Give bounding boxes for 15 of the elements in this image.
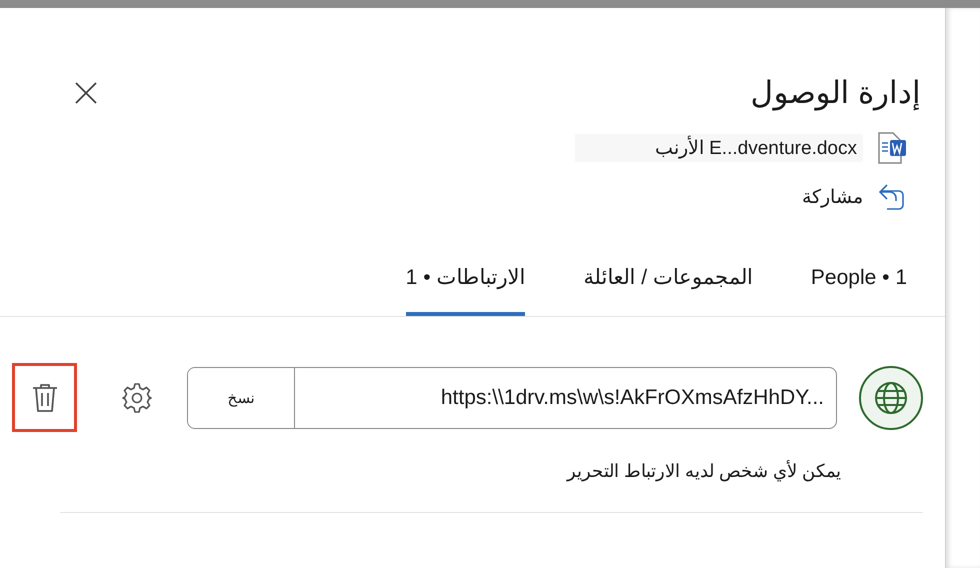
tab[interactable]: المجموعات / العائلة	[583, 265, 753, 316]
copy-button[interactable]: نسخ	[188, 368, 295, 428]
document-icon	[877, 131, 907, 165]
tab[interactable]: People • 1	[810, 265, 907, 316]
delete-button[interactable]	[12, 363, 77, 432]
trash-icon	[30, 382, 58, 414]
dialog-title: إدارة الوصول	[750, 74, 921, 111]
share-icon	[877, 183, 907, 211]
file-name: E...dventure.docx الأرنب	[574, 134, 863, 162]
link-permission-text: يمكن لأي شخص لديه الارتباط التحرير	[565, 460, 841, 482]
share-label: مشاركة	[802, 186, 863, 209]
link-url: https:\\1drv.ms\w\s!AkFrOXmsAfzHhDY...	[440, 384, 825, 410]
tab[interactable]: الارتباطات • 1	[406, 265, 526, 316]
settings-icon	[121, 382, 153, 414]
close-icon	[74, 80, 98, 104]
